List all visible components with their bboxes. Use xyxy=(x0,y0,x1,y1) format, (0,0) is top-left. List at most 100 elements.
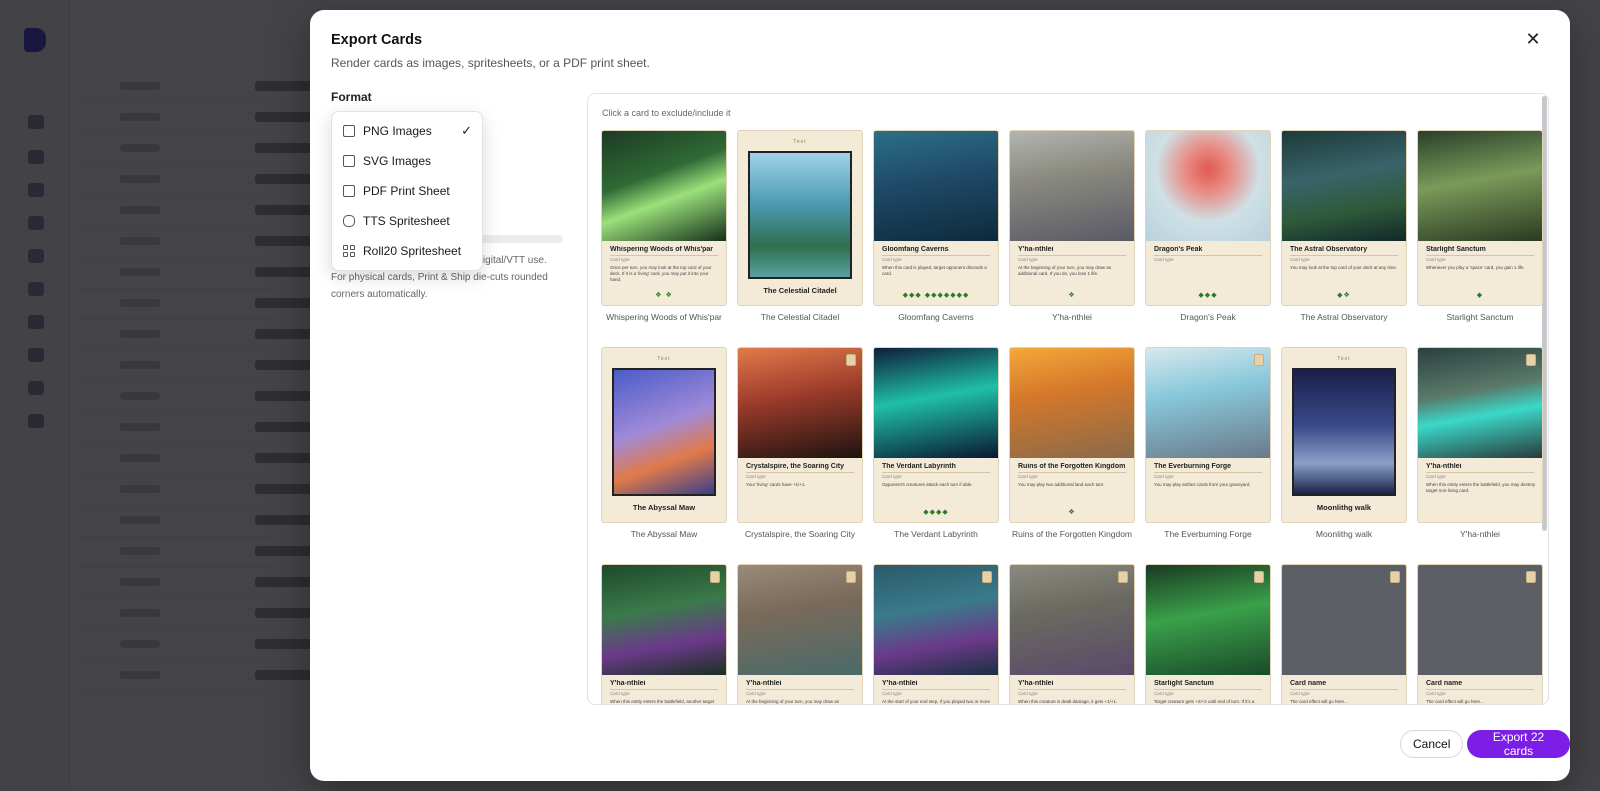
card-divider xyxy=(1154,255,1262,256)
gamepad-icon xyxy=(343,215,355,227)
card-type: Card type xyxy=(1426,257,1446,262)
format-label: Format xyxy=(331,90,372,104)
card-tile[interactable]: Card name Card type The card effect will g… xyxy=(1281,564,1407,704)
card-name: The Abyssal Maw xyxy=(632,503,696,512)
card-text: When this card is played, target opponen… xyxy=(882,265,987,276)
export-button[interactable]: Export 22 cards xyxy=(1467,730,1570,758)
card-label: Ruins of the Forgotten Kingdom xyxy=(1011,529,1132,539)
scroll-icon xyxy=(982,571,992,583)
card-text: When this creature is dealt damage, it g… xyxy=(1018,699,1118,704)
card-art xyxy=(1282,565,1406,675)
scroll-icon xyxy=(1390,571,1400,583)
card-preview: Y'ha-nthlei Card type When this creature i… xyxy=(1009,564,1135,704)
card-divider xyxy=(1426,472,1534,473)
card-divider xyxy=(746,472,854,473)
card-tile[interactable]: Whispering Woods of Whis'par Card type Onc… xyxy=(601,130,727,322)
card-name: The Verdant Labyrinth xyxy=(882,463,956,470)
format-option-tts[interactable]: TTS Spritesheet xyxy=(332,206,482,236)
card-tile[interactable]: Starlight Sanctum Card type Target creatur… xyxy=(1145,564,1271,704)
card-tile[interactable]: Card name Card type The card effect will g… xyxy=(1417,564,1543,704)
card-preview: The Everburning Forge Card type You may pl… xyxy=(1145,347,1271,523)
card-tile[interactable]: Starlight Sanctum Card type Whenever you p… xyxy=(1417,130,1543,322)
card-tile[interactable]: Y'ha-nthlei Card type At the start of your… xyxy=(873,564,999,704)
format-option-roll20[interactable]: Roll20 Spritesheet xyxy=(332,236,482,266)
card-label: The Verdant Labyrinth xyxy=(894,529,978,539)
card-type: Card type xyxy=(1154,691,1174,696)
card-type: Card type xyxy=(882,474,902,479)
card-tile[interactable]: The Astral Observatory Card type You may l… xyxy=(1281,130,1407,322)
card-tile[interactable]: Crystalspire, the Soaring City Card type Y… xyxy=(737,347,863,539)
pdf-file-icon xyxy=(343,185,355,197)
card-divider xyxy=(1154,472,1262,473)
card-type: Card type xyxy=(610,257,630,262)
card-preview: Crystalspire, the Soaring City Card type Y… xyxy=(737,347,863,523)
card-type: Card type xyxy=(746,474,766,479)
card-tile[interactable]: Text The Abyssal Maw The Abyssal Maw xyxy=(601,347,727,539)
card-tile[interactable]: Text Moonlithg walk Moonlithg walk xyxy=(1281,347,1407,539)
format-option-png[interactable]: PNG Images ✓ xyxy=(332,116,482,146)
card-art xyxy=(1418,565,1542,675)
card-tile[interactable]: Y'ha-nthlei Card type When this entity ent… xyxy=(1417,347,1543,539)
card-name: The Celestial Citadel xyxy=(763,286,837,295)
card-tile[interactable]: Y'ha-nthlei Card type When this creature i… xyxy=(1009,564,1135,704)
card-preview: The Verdant Labyrinth Card type Opponent's… xyxy=(873,347,999,523)
card-name: Crystalspire, the Soaring City xyxy=(746,463,845,470)
card-type: Card type xyxy=(1154,257,1174,262)
card-cost-icons: ◆◆◆ ◆◆◆◆◆◆◆ xyxy=(902,292,970,299)
card-name: Starlight Sanctum xyxy=(1154,680,1214,687)
card-tile[interactable]: Text The Celestial Citadel The Celestial C… xyxy=(737,130,863,322)
card-name: Card name xyxy=(1290,680,1327,687)
card-divider xyxy=(1290,255,1398,256)
card-name: Card name xyxy=(1426,680,1463,687)
card-tile[interactable]: Y'ha-nthlei Card type At the beginning of … xyxy=(737,564,863,704)
card-divider xyxy=(882,255,990,256)
card-divider xyxy=(1018,689,1126,690)
card-art xyxy=(612,368,716,496)
format-option-svg[interactable]: SVG Images xyxy=(332,146,482,176)
format-option-label: SVG Images xyxy=(363,154,432,168)
card-preview: Y'ha-nthlei Card type When this entity ent… xyxy=(601,564,727,704)
card-art xyxy=(1146,565,1270,675)
format-option-pdf[interactable]: PDF Print Sheet xyxy=(332,176,482,206)
card-tile[interactable]: Y'ha-nthlei Card type When this entity ent… xyxy=(601,564,727,704)
card-art xyxy=(874,348,998,458)
card-tile[interactable]: Gloomfang Caverns Card type When this card… xyxy=(873,130,999,322)
card-art xyxy=(602,565,726,675)
card-preview: Text Moonlithg walk xyxy=(1281,347,1407,523)
card-cost-icons: ❖ xyxy=(1068,509,1076,516)
cancel-button[interactable]: Cancel xyxy=(1400,730,1464,758)
card-cost-icons: ◆❖ xyxy=(1337,292,1351,299)
card-text: At the beginning of your turn, you may d… xyxy=(1018,265,1112,276)
dialog-title: Export Cards xyxy=(331,32,423,48)
card-label: The Everburning Forge xyxy=(1164,529,1252,539)
card-tile[interactable]: Dragon's Peak Card type ◆◆◆ Dragon's Peak xyxy=(1145,130,1271,322)
scroll-icon xyxy=(1254,571,1264,583)
card-preview: Card name Card type The card effect will g… xyxy=(1281,564,1407,704)
card-art xyxy=(1146,131,1270,241)
card-tile[interactable]: The Verdant Labyrinth Card type Opponent's… xyxy=(873,347,999,539)
card-preview-grid[interactable]: Click a card to exclude/include it Whisp… xyxy=(587,93,1549,705)
grid-icon xyxy=(343,245,355,257)
card-art xyxy=(1418,131,1542,241)
card-divider xyxy=(1154,689,1262,690)
card-text: The card effect will go here... xyxy=(1290,699,1348,704)
card-tile[interactable]: The Everburning Forge Card type You may pl… xyxy=(1145,347,1271,539)
card-label: Whispering Woods of Whis'par xyxy=(606,312,722,322)
card-name: The Astral Observatory xyxy=(1290,246,1368,253)
card-text: Your 'living' cards have +1/+1. xyxy=(746,482,806,487)
card-text: You may play two additional land each tu… xyxy=(1018,482,1105,487)
format-option-label: PNG Images xyxy=(363,124,432,138)
export-cards-dialog: Export Cards Render cards as images, spr… xyxy=(310,10,1570,781)
card-name: Y'ha-nthlei xyxy=(882,680,918,687)
card-art xyxy=(738,565,862,675)
card-tile[interactable]: Ruins of the Forgotten Kingdom Card type Y… xyxy=(1009,347,1135,539)
scroll-icon xyxy=(1118,571,1128,583)
card-cost-icons: ◆ xyxy=(1476,292,1484,299)
format-dropdown-menu: PNG Images ✓ SVG Images PDF Print Sheet … xyxy=(331,111,483,271)
close-icon[interactable]: ✕ xyxy=(1522,28,1544,50)
card-preview: Y'ha-nthlei Card type At the beginning of … xyxy=(737,564,863,704)
card-tile[interactable]: Y'ha-nthlei Card type At the beginning of … xyxy=(1009,130,1135,322)
card-art xyxy=(1010,348,1134,458)
svg-file-icon xyxy=(343,155,355,167)
card-name: Y'ha-nthlei xyxy=(610,680,646,687)
